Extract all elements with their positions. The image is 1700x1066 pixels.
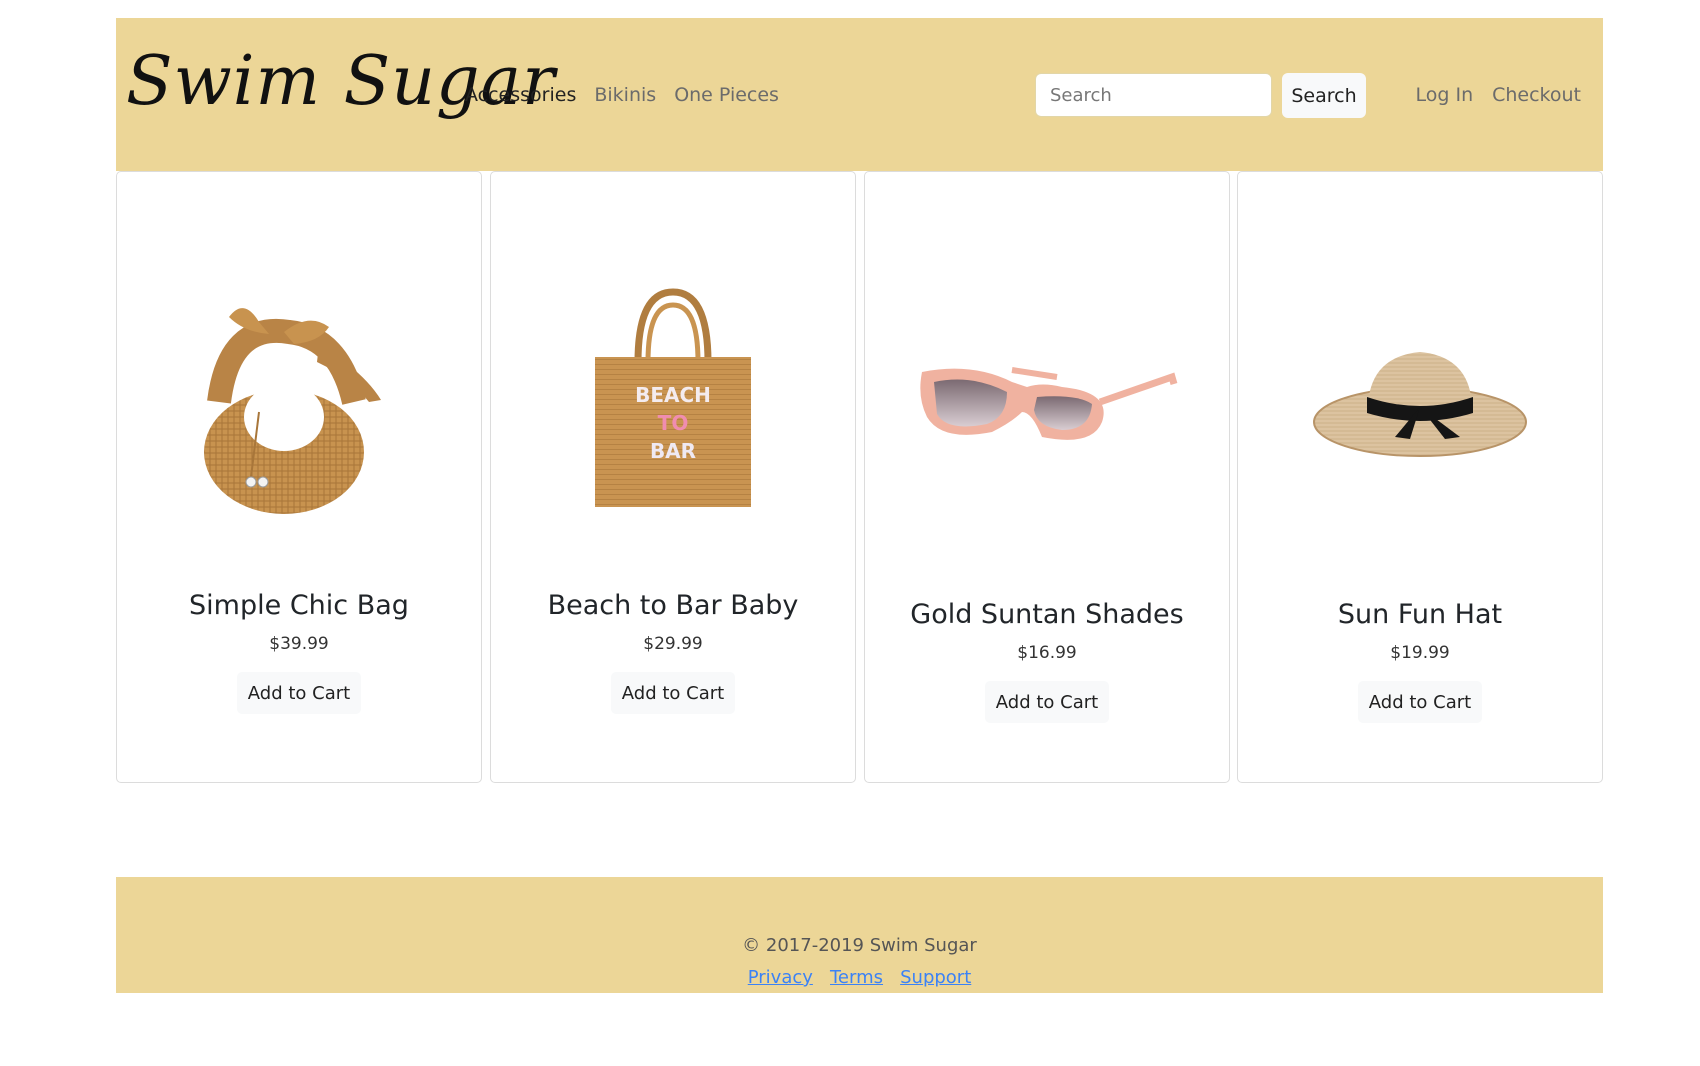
nav-item-one-pieces[interactable]: One Pieces <box>674 84 779 106</box>
site-footer: © 2017-2019 Swim Sugar Privacy Terms Sup… <box>116 877 1603 993</box>
tote-text-line: TO <box>658 411 689 435</box>
woven-bag-icon <box>204 308 381 514</box>
product-card: BEACH TO BAR Beach to Bar Baby $29.99 Ad… <box>490 171 856 783</box>
product-title[interactable]: Beach to Bar Baby <box>491 590 855 621</box>
support-link[interactable]: Support <box>900 967 971 988</box>
product-title[interactable]: Simple Chic Bag <box>117 590 481 621</box>
tote-text-line: BEACH <box>635 383 711 407</box>
product-image-sunglasses[interactable] <box>865 232 1229 572</box>
product-grid: Simple Chic Bag $39.99 Add to Cart BEACH… <box>116 171 1603 785</box>
login-link[interactable]: Log In <box>1415 84 1473 106</box>
account-links: Log In Checkout <box>1396 84 1581 106</box>
nav-item-bikinis[interactable]: Bikinis <box>594 84 656 106</box>
add-to-cart-button[interactable]: Add to Cart <box>985 681 1109 723</box>
copyright-text: © 2017-2019 Swim Sugar <box>742 935 977 956</box>
search-input[interactable] <box>1035 73 1272 117</box>
product-title[interactable]: Sun Fun Hat <box>1238 599 1602 630</box>
straw-hat-icon <box>1313 352 1527 457</box>
add-to-cart-button[interactable]: Add to Cart <box>1358 681 1482 723</box>
checkout-link[interactable]: Checkout <box>1492 84 1581 106</box>
product-price: $29.99 <box>643 634 703 654</box>
terms-link[interactable]: Terms <box>830 967 883 988</box>
product-card: Sun Fun Hat $19.99 Add to Cart <box>1237 171 1603 783</box>
footer-links: Privacy Terms Support <box>116 967 1603 988</box>
product-title[interactable]: Gold Suntan Shades <box>865 599 1229 630</box>
add-to-cart-button[interactable]: Add to Cart <box>237 672 361 714</box>
product-image-tote[interactable]: BEACH TO BAR <box>491 232 855 572</box>
tote-bag-icon: BEACH TO BAR <box>595 288 751 507</box>
nav-item-accessories[interactable]: Accessories <box>465 84 576 106</box>
product-image-bag[interactable] <box>117 232 481 572</box>
privacy-link[interactable]: Privacy <box>748 967 813 988</box>
product-price: $19.99 <box>1390 643 1450 663</box>
sunglasses-icon <box>920 367 1178 440</box>
site-header: Swim Sugar Accessories Bikinis One Piece… <box>116 18 1603 171</box>
product-price: $39.99 <box>269 634 329 654</box>
product-card: Simple Chic Bag $39.99 Add to Cart <box>116 171 482 783</box>
product-price: $16.99 <box>1017 643 1077 663</box>
main-nav: Accessories Bikinis One Pieces <box>465 84 797 106</box>
product-card: Gold Suntan Shades $16.99 Add to Cart <box>864 171 1230 783</box>
add-to-cart-button[interactable]: Add to Cart <box>611 672 735 714</box>
product-image-hat[interactable] <box>1238 232 1602 572</box>
search-button[interactable]: Search <box>1282 73 1366 118</box>
tote-text-line: BAR <box>650 439 696 463</box>
